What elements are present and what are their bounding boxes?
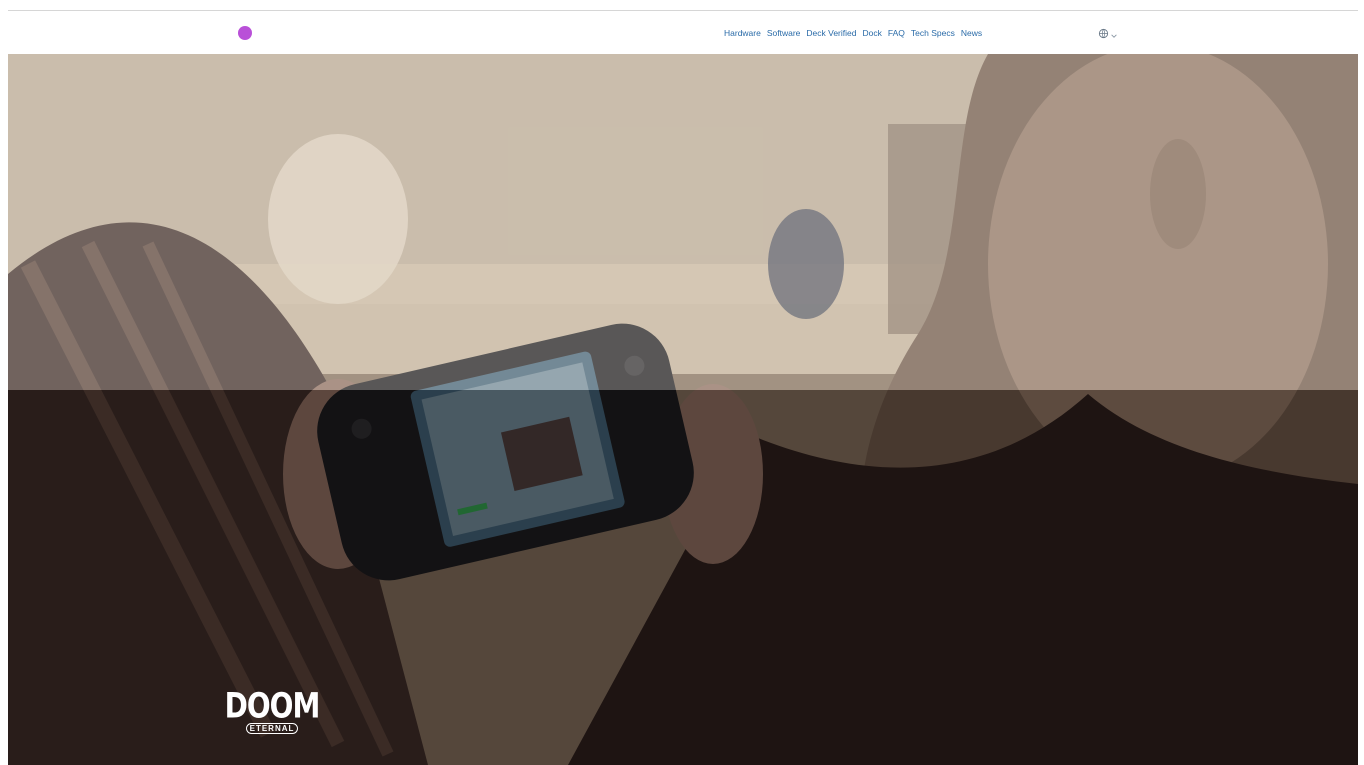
nav-link-hardware[interactable]: Hardware: [724, 28, 761, 38]
nav-link-tech-specs[interactable]: Tech Specs: [911, 28, 955, 38]
language-selector[interactable]: [1098, 26, 1117, 44]
window-top-edge: [0, 0, 1364, 10]
hero-bottom-overlay: [8, 390, 1358, 765]
hero-video-section: DOOM ETERNAL: [8, 54, 1358, 765]
globe-icon: [1098, 26, 1109, 44]
nav-links: Hardware Software Deck Verified Dock FAQ…: [724, 28, 982, 38]
brand-logo[interactable]: [238, 26, 252, 40]
chevron-down-icon: [1111, 26, 1117, 44]
nav-link-dock[interactable]: Dock: [863, 28, 882, 38]
nav-link-software[interactable]: Software: [767, 28, 801, 38]
game-logo-title: DOOM: [224, 684, 321, 726]
window-left-edge: [0, 10, 8, 765]
nav-link-faq[interactable]: FAQ: [888, 28, 905, 38]
window-right-edge: [1358, 10, 1364, 765]
hero-top-overlay: [8, 54, 1358, 390]
nav-link-news[interactable]: News: [961, 28, 982, 38]
game-logo: DOOM ETERNAL: [225, 687, 320, 749]
nav-link-deck-verified[interactable]: Deck Verified: [806, 28, 856, 38]
top-navigation: Hardware Software Deck Verified Dock FAQ…: [8, 10, 1358, 54]
